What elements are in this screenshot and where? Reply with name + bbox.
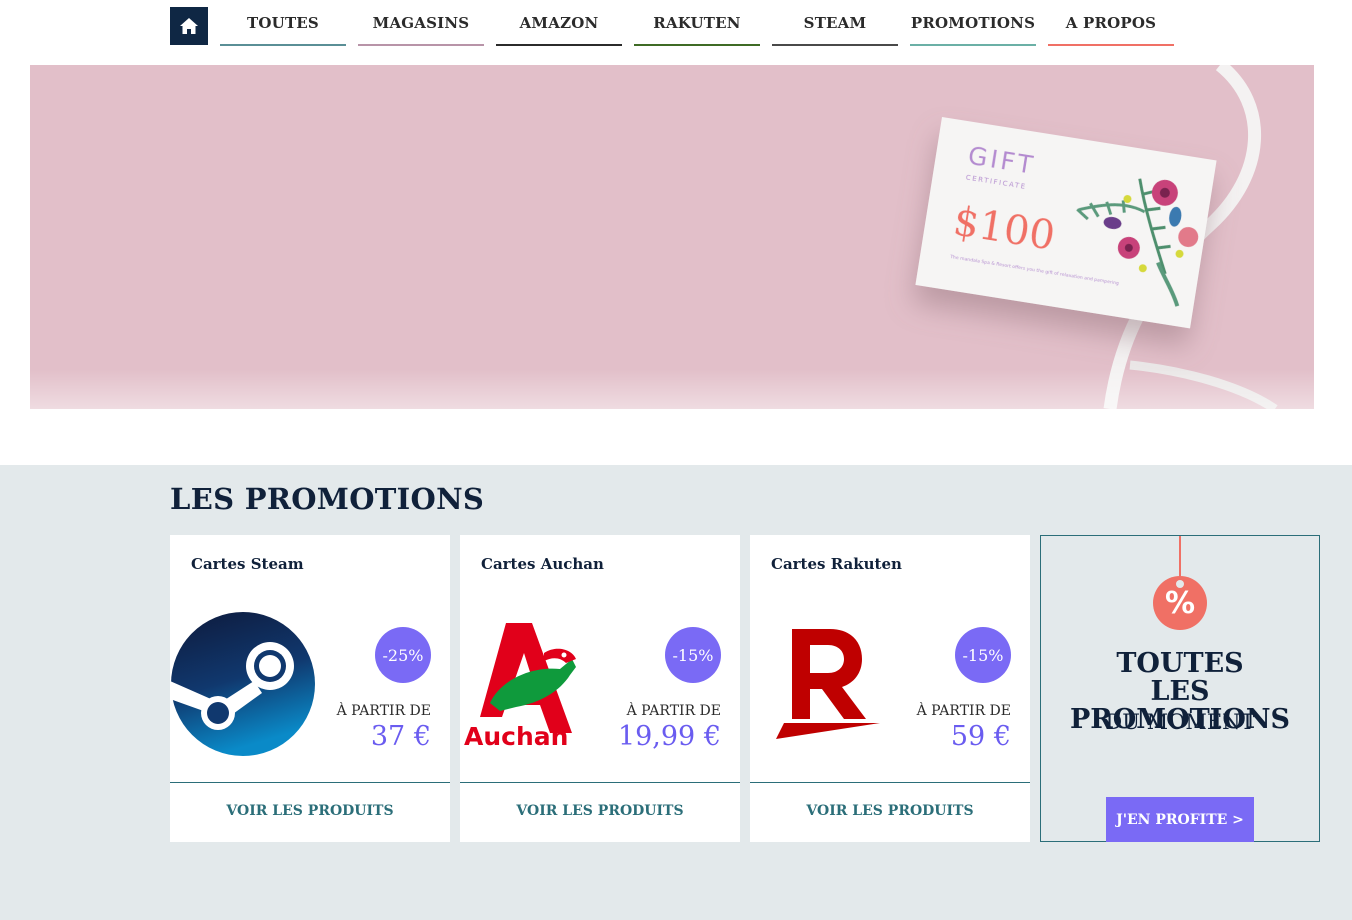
card-title: Cartes Steam	[191, 555, 304, 573]
price: 59 €	[950, 721, 1011, 752]
home-button[interactable]	[170, 7, 208, 45]
tag-hole	[1176, 580, 1184, 588]
nav-item-a-propos[interactable]: A PROPOS	[1048, 14, 1174, 46]
main-nav: TOUTES MAGASINS AMAZON RAKUTEN STEAM PRO…	[0, 0, 1352, 60]
view-products-link[interactable]: VOIR LES PRODUITS	[750, 803, 1030, 819]
nav-item-toutes[interactable]: TOUTES	[220, 14, 346, 46]
all-promos-title-line1: TOUTES	[1116, 648, 1244, 679]
discount-badge: -25%	[375, 627, 431, 683]
all-promos-subtitle: DU MOMENT	[1105, 710, 1255, 734]
view-products-link[interactable]: VOIR LES PRODUITS	[170, 803, 450, 819]
all-promotions-box[interactable]: % TOUTES LES PROMOTIONS DU MOMENT J'EN P…	[1040, 535, 1320, 842]
card-divider	[170, 782, 450, 783]
from-label: À PARTIR DE	[336, 703, 431, 719]
percent-glyph: %	[1164, 585, 1196, 621]
steam-logo-icon	[170, 612, 315, 756]
promo-card-rakuten[interactable]: Cartes Rakuten -15% À PARTIR DE 59 € VOI…	[750, 535, 1030, 842]
nav-item-promotions[interactable]: PROMOTIONS	[910, 14, 1036, 46]
section-title: LES PROMOTIONS	[170, 482, 485, 516]
nav-item-amazon[interactable]: AMAZON	[496, 14, 622, 46]
card-divider	[460, 782, 740, 783]
promotions-section: LES PROMOTIONS Cartes Steam -25% À PARTI…	[0, 465, 1352, 920]
from-label: À PARTIR DE	[626, 703, 721, 719]
gift-card-group: GIFT CERTIFICATE $100 The mandala Spa & …	[915, 116, 1217, 329]
card-title: Cartes Auchan	[481, 555, 604, 573]
price: 19,99 €	[617, 721, 721, 752]
discount-badge: -15%	[665, 627, 721, 683]
hanging-line	[1179, 536, 1181, 578]
discount-badge: -15%	[955, 627, 1011, 683]
view-products-link[interactable]: VOIR LES PRODUITS	[460, 803, 740, 819]
hero-illustration: GIFT CERTIFICATE $100 The mandala Spa & …	[915, 65, 1278, 409]
jen-profite-button[interactable]: J'EN PROFITE >	[1106, 797, 1254, 842]
promo-card-auchan[interactable]: Cartes Auchan Auchan -15% À PARTIR DE 19…	[460, 535, 740, 842]
card-title: Cartes Rakuten	[771, 555, 902, 573]
hero-banner[interactable]: GIFT CERTIFICATE $100 The mandala Spa & …	[30, 65, 1314, 409]
nav-item-magasins[interactable]: MAGASINS	[358, 14, 484, 46]
auchan-logo-icon: Auchan	[464, 623, 576, 751]
rakuten-logo-icon	[776, 629, 880, 739]
hero-fade	[30, 369, 1314, 409]
card-divider	[750, 782, 1030, 783]
nav-item-rakuten[interactable]: RAKUTEN	[634, 14, 760, 46]
from-label: À PARTIR DE	[916, 703, 1011, 719]
home-icon	[180, 18, 198, 34]
page: TOUTES MAGASINS AMAZON RAKUTEN STEAM PRO…	[0, 0, 1352, 920]
auchan-logo-text: Auchan	[464, 722, 568, 751]
promo-card-steam[interactable]: Cartes Steam -25% À PARTIR DE 37 € VOIR …	[170, 535, 450, 842]
price: 37 €	[370, 721, 431, 752]
nav-item-steam[interactable]: STEAM	[772, 14, 898, 46]
